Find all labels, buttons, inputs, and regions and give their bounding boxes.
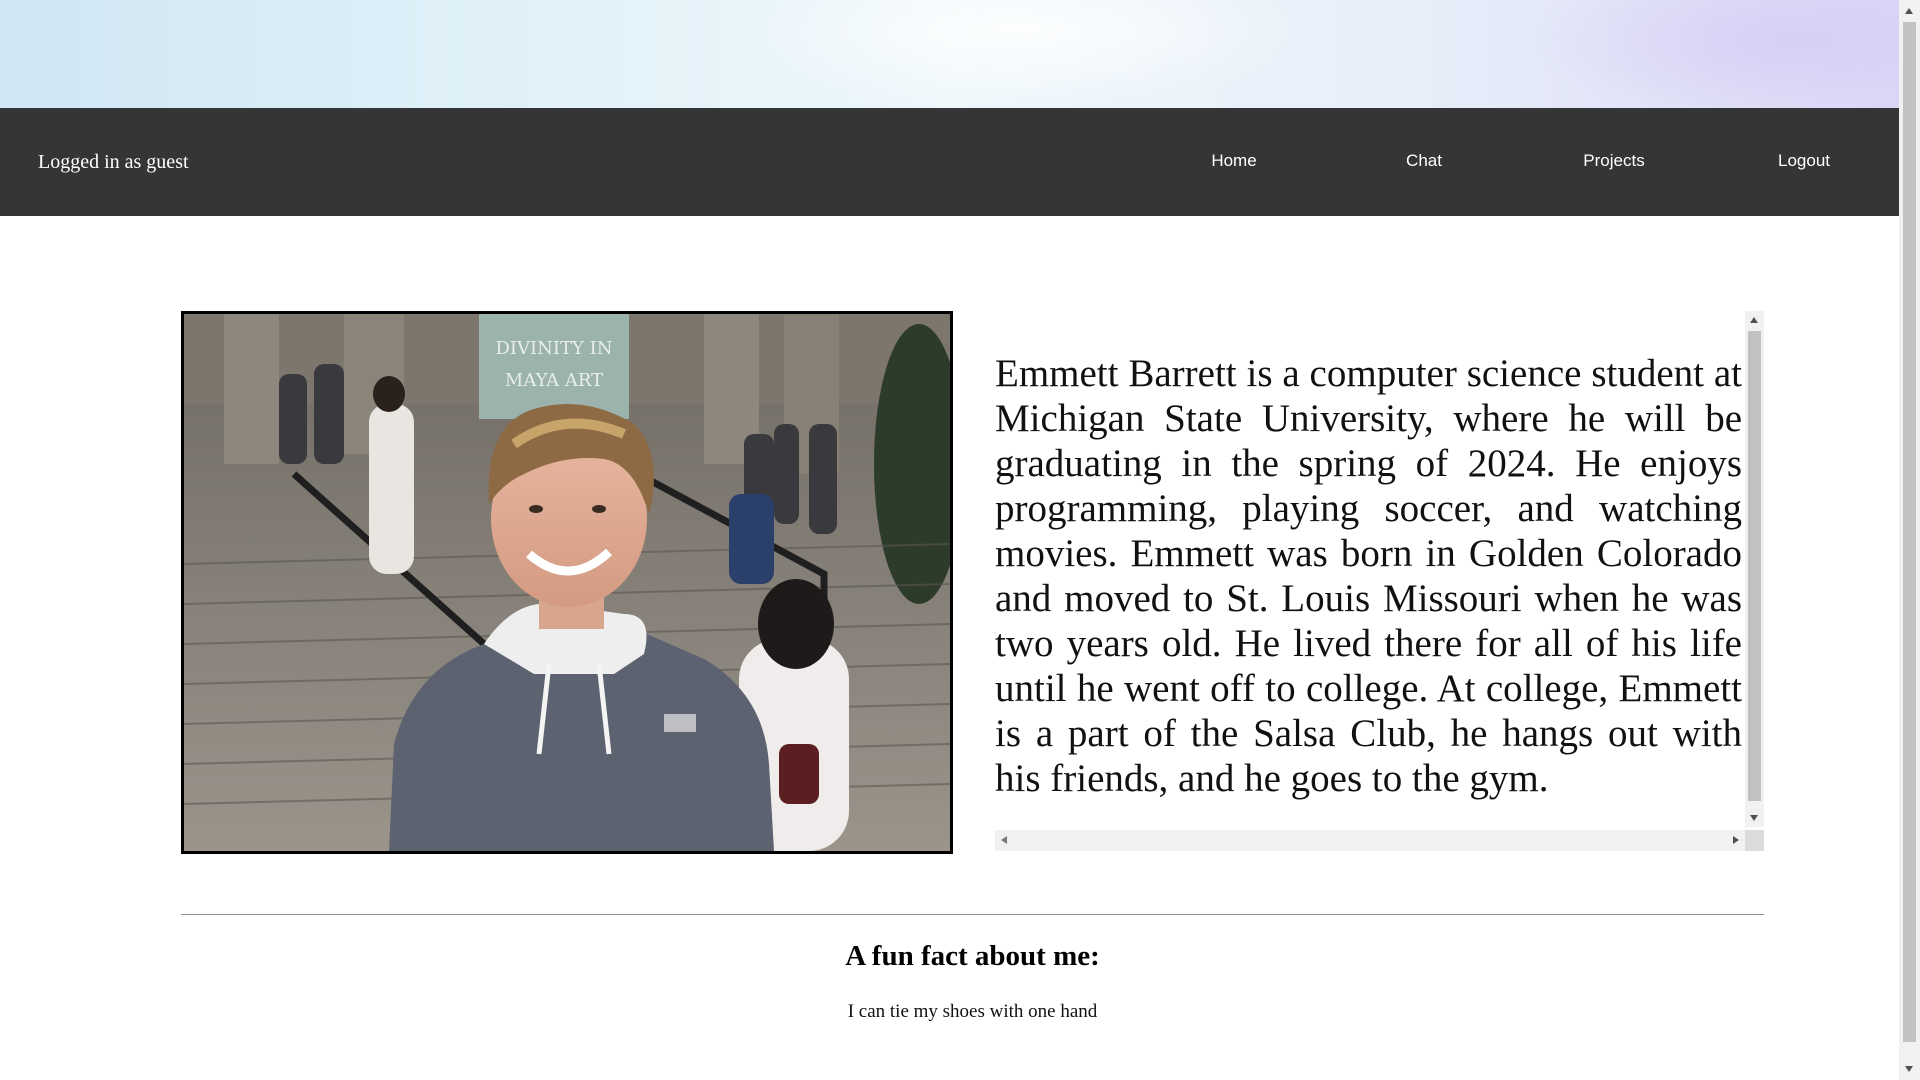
page-scrollbar[interactable] <box>1899 0 1920 1080</box>
header-banner <box>0 0 1899 108</box>
nav-logout-link[interactable]: Logout <box>1778 108 1830 216</box>
photo-sign-text: DIVINITY IN <box>496 338 613 359</box>
bio-scroll-thumb[interactable] <box>1748 331 1761 801</box>
page-scroll-down-icon[interactable] <box>1905 1066 1913 1072</box>
profile-photo-illustration: DIVINITY IN MAYA ART <box>184 314 950 851</box>
bio-panel[interactable]: Emmett Barrett is a computer science stu… <box>995 311 1764 851</box>
nav-home-link[interactable]: Home <box>1211 108 1256 216</box>
scroll-right-arrow-icon[interactable] <box>1733 836 1739 844</box>
bio-vertical-scrollbar[interactable] <box>1745 311 1764 827</box>
page: Logged in as guest Home Chat Projects Lo… <box>0 0 1899 1080</box>
page-scroll-thumb[interactable] <box>1903 22 1916 1042</box>
bio-horizontal-scrollbar[interactable] <box>995 830 1745 851</box>
nav-chat-link[interactable]: Chat <box>1406 108 1442 216</box>
profile-photo: DIVINITY IN MAYA ART <box>181 311 953 854</box>
scroll-left-arrow-icon[interactable] <box>1001 836 1007 844</box>
scroll-up-arrow-icon[interactable] <box>1750 317 1758 323</box>
login-status: Logged in as guest <box>38 151 189 173</box>
page-scroll-up-icon[interactable] <box>1905 8 1913 14</box>
svg-text:MAYA ART: MAYA ART <box>505 370 603 391</box>
bio-text: Emmett Barrett is a computer science stu… <box>995 352 1742 800</box>
section-divider <box>181 914 1764 915</box>
nav-projects-link[interactable]: Projects <box>1583 108 1644 216</box>
navbar: Logged in as guest Home Chat Projects Lo… <box>0 108 1899 216</box>
fun-fact-heading: A fun fact about me: <box>845 940 1100 972</box>
scrollbar-corner <box>1745 830 1764 851</box>
scroll-down-arrow-icon[interactable] <box>1750 815 1758 821</box>
fun-fact-text: I can tie my shoes with one hand <box>847 1001 1098 1022</box>
